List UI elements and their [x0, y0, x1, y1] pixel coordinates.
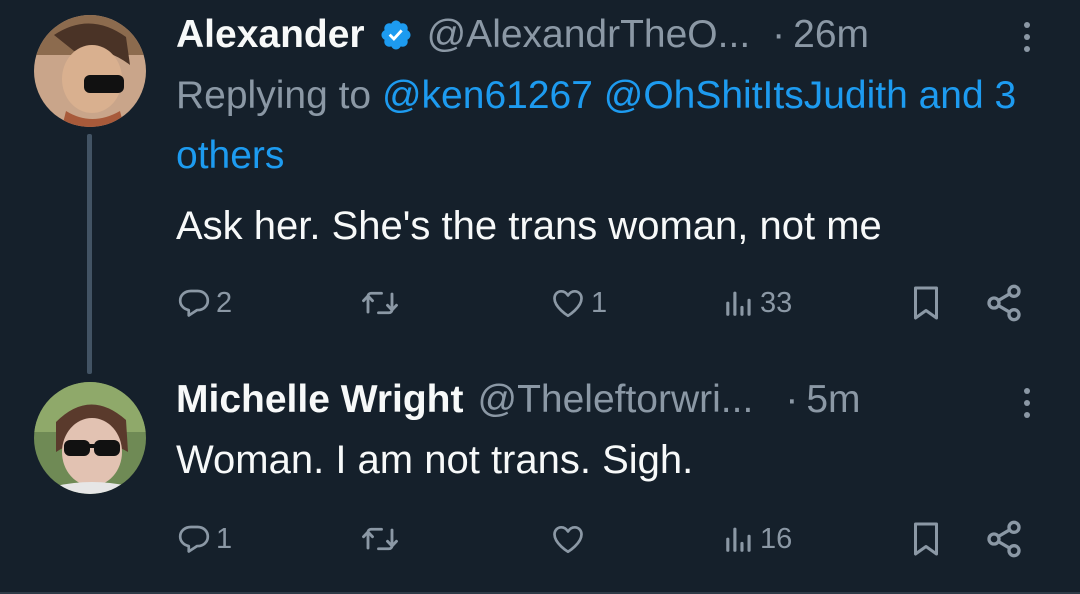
- retweet-button[interactable]: [360, 514, 404, 564]
- tweet-alexander[interactable]: Alexander @AlexandrTheO... · 26m Replyin…: [0, 0, 1080, 374]
- share-icon: [987, 520, 1021, 558]
- like-button[interactable]: [549, 514, 591, 564]
- view-count: 33: [760, 286, 793, 319]
- analytics-icon: [726, 527, 751, 552]
- view-count: 16: [760, 522, 793, 555]
- analytics-icon: [726, 291, 751, 316]
- reply-count: 2: [216, 286, 233, 319]
- tweet-actions: 2 1 33: [0, 278, 1080, 328]
- bookmark-icon: [914, 522, 938, 556]
- share-button[interactable]: [984, 514, 1024, 564]
- retweet-icon: [362, 291, 398, 315]
- reply-icon: [178, 525, 210, 553]
- thread-connector-line: [87, 134, 92, 374]
- reply-button[interactable]: 1: [176, 514, 232, 564]
- avatar-image-icon: [34, 15, 146, 127]
- separator-dot: ·: [772, 13, 786, 56]
- tweet-header: Michelle Wright @Theleftorwri... · 5m: [176, 374, 861, 426]
- timestamp[interactable]: 5m: [806, 374, 860, 426]
- bookmark-button[interactable]: [908, 514, 944, 564]
- like-button[interactable]: 1: [549, 278, 607, 328]
- handle[interactable]: @AlexandrTheO...: [427, 9, 751, 61]
- bookmark-icon: [914, 286, 938, 320]
- reply-count: 1: [216, 522, 233, 555]
- timestamp[interactable]: 26m: [793, 9, 869, 61]
- avatar[interactable]: [34, 15, 146, 127]
- replying-to-label: Replying to: [176, 74, 372, 117]
- reply-icon: [178, 289, 210, 317]
- more-options-icon[interactable]: [1022, 388, 1032, 418]
- heart-icon: [553, 289, 583, 318]
- avatar[interactable]: [34, 382, 146, 494]
- like-count: 1: [591, 286, 608, 319]
- tweet-michelle-wright[interactable]: Michelle Wright @Theleftorwri... · 5m Wo…: [0, 370, 1080, 594]
- tweet-text: Woman. I am not trans. Sigh.: [176, 438, 694, 482]
- share-button[interactable]: [984, 278, 1024, 328]
- tweet-actions: 1 16: [0, 514, 1080, 564]
- views-button[interactable]: 33: [722, 278, 792, 328]
- views-button[interactable]: 16: [722, 514, 792, 564]
- share-icon: [987, 284, 1021, 322]
- replying-to: Replying to @ken61267 @OhShitItsJudith a…: [176, 66, 1056, 186]
- retweet-button[interactable]: [360, 278, 404, 328]
- bookmark-button[interactable]: [908, 278, 944, 328]
- display-name[interactable]: Alexander: [176, 9, 365, 61]
- tweet-header: Alexander @AlexandrTheO... · 26m: [176, 9, 869, 61]
- heart-icon: [553, 525, 583, 554]
- separator-dot: ·: [785, 378, 799, 421]
- reply-button[interactable]: 2: [176, 278, 232, 328]
- avatar-image-icon: [34, 382, 146, 494]
- display-name[interactable]: Michelle Wright: [176, 374, 463, 426]
- tweet-text: Ask her. She's the trans woman, not me: [176, 204, 882, 248]
- handle[interactable]: @Theleftorwri...: [477, 374, 753, 426]
- retweet-icon: [362, 527, 398, 551]
- more-options-icon[interactable]: [1022, 22, 1032, 52]
- verified-badge-icon: [381, 20, 411, 50]
